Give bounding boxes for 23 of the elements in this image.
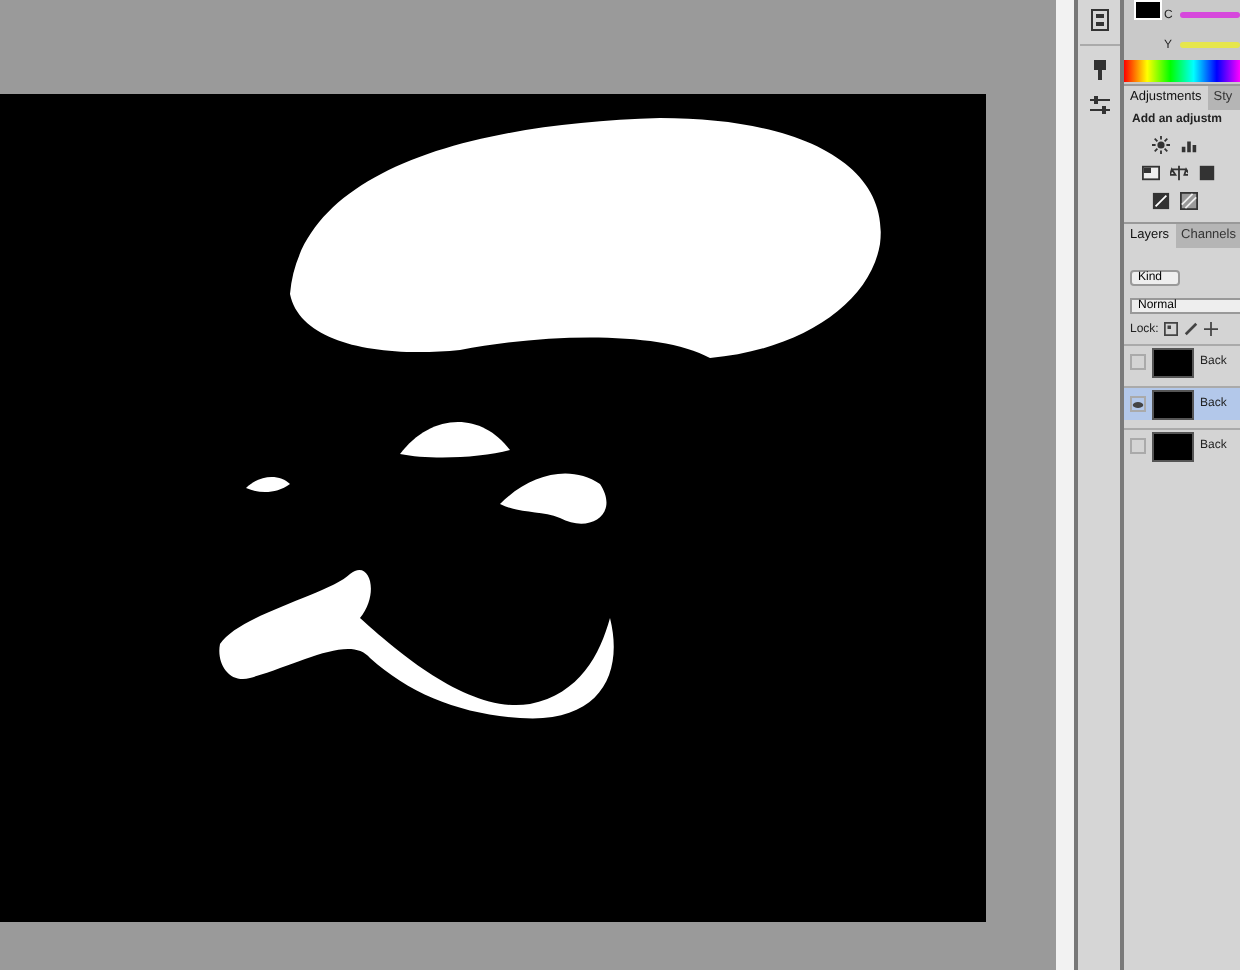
channel-slider[interactable] [1180, 12, 1240, 18]
document-icon[interactable] [1087, 8, 1111, 32]
visibility-toggle[interactable] [1130, 438, 1146, 454]
layer-thumbnail [1152, 431, 1194, 461]
sun-icon[interactable] [1152, 136, 1170, 154]
hatch-icon[interactable] [1180, 192, 1198, 210]
scale-icon[interactable] [1170, 164, 1188, 182]
brush-icon[interactable] [1184, 322, 1199, 336]
histogram-icon[interactable] [1180, 136, 1198, 154]
channel-slider[interactable] [1180, 42, 1240, 48]
move-icon[interactable] [1204, 322, 1219, 336]
visibility-toggle[interactable] [1130, 396, 1146, 412]
gradient-icon[interactable] [1142, 164, 1160, 182]
layer-thumbnail [1152, 389, 1194, 419]
visibility-toggle[interactable] [1130, 354, 1146, 370]
sliders-icon[interactable] [1087, 94, 1111, 118]
diagonal-icon[interactable] [1152, 192, 1170, 210]
color-spectrum[interactable] [1124, 60, 1240, 82]
color-swatch[interactable] [1134, 0, 1162, 20]
eye-icon [1132, 399, 1144, 409]
square-icon[interactable] [1198, 164, 1216, 182]
checker-icon[interactable] [1164, 322, 1179, 336]
layer-thumbnail [1152, 347, 1194, 377]
